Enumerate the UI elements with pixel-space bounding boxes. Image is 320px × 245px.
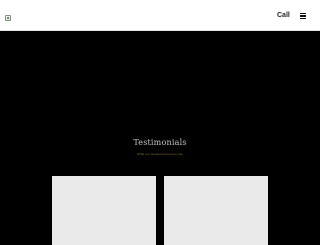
section-subtitle: What our customers have to say [136,152,184,156]
testimonial-card [52,176,156,245]
testimonial-card [164,176,268,245]
broken-image-icon[interactable] [5,15,11,21]
section-title: Testimonials [133,138,187,147]
hamburger-line [300,13,306,15]
hamburger-icon[interactable] [300,13,306,19]
call-link[interactable]: Call [277,11,290,20]
hamburger-line [300,17,306,19]
hamburger-line [300,15,306,17]
site-header: Call [0,0,320,31]
